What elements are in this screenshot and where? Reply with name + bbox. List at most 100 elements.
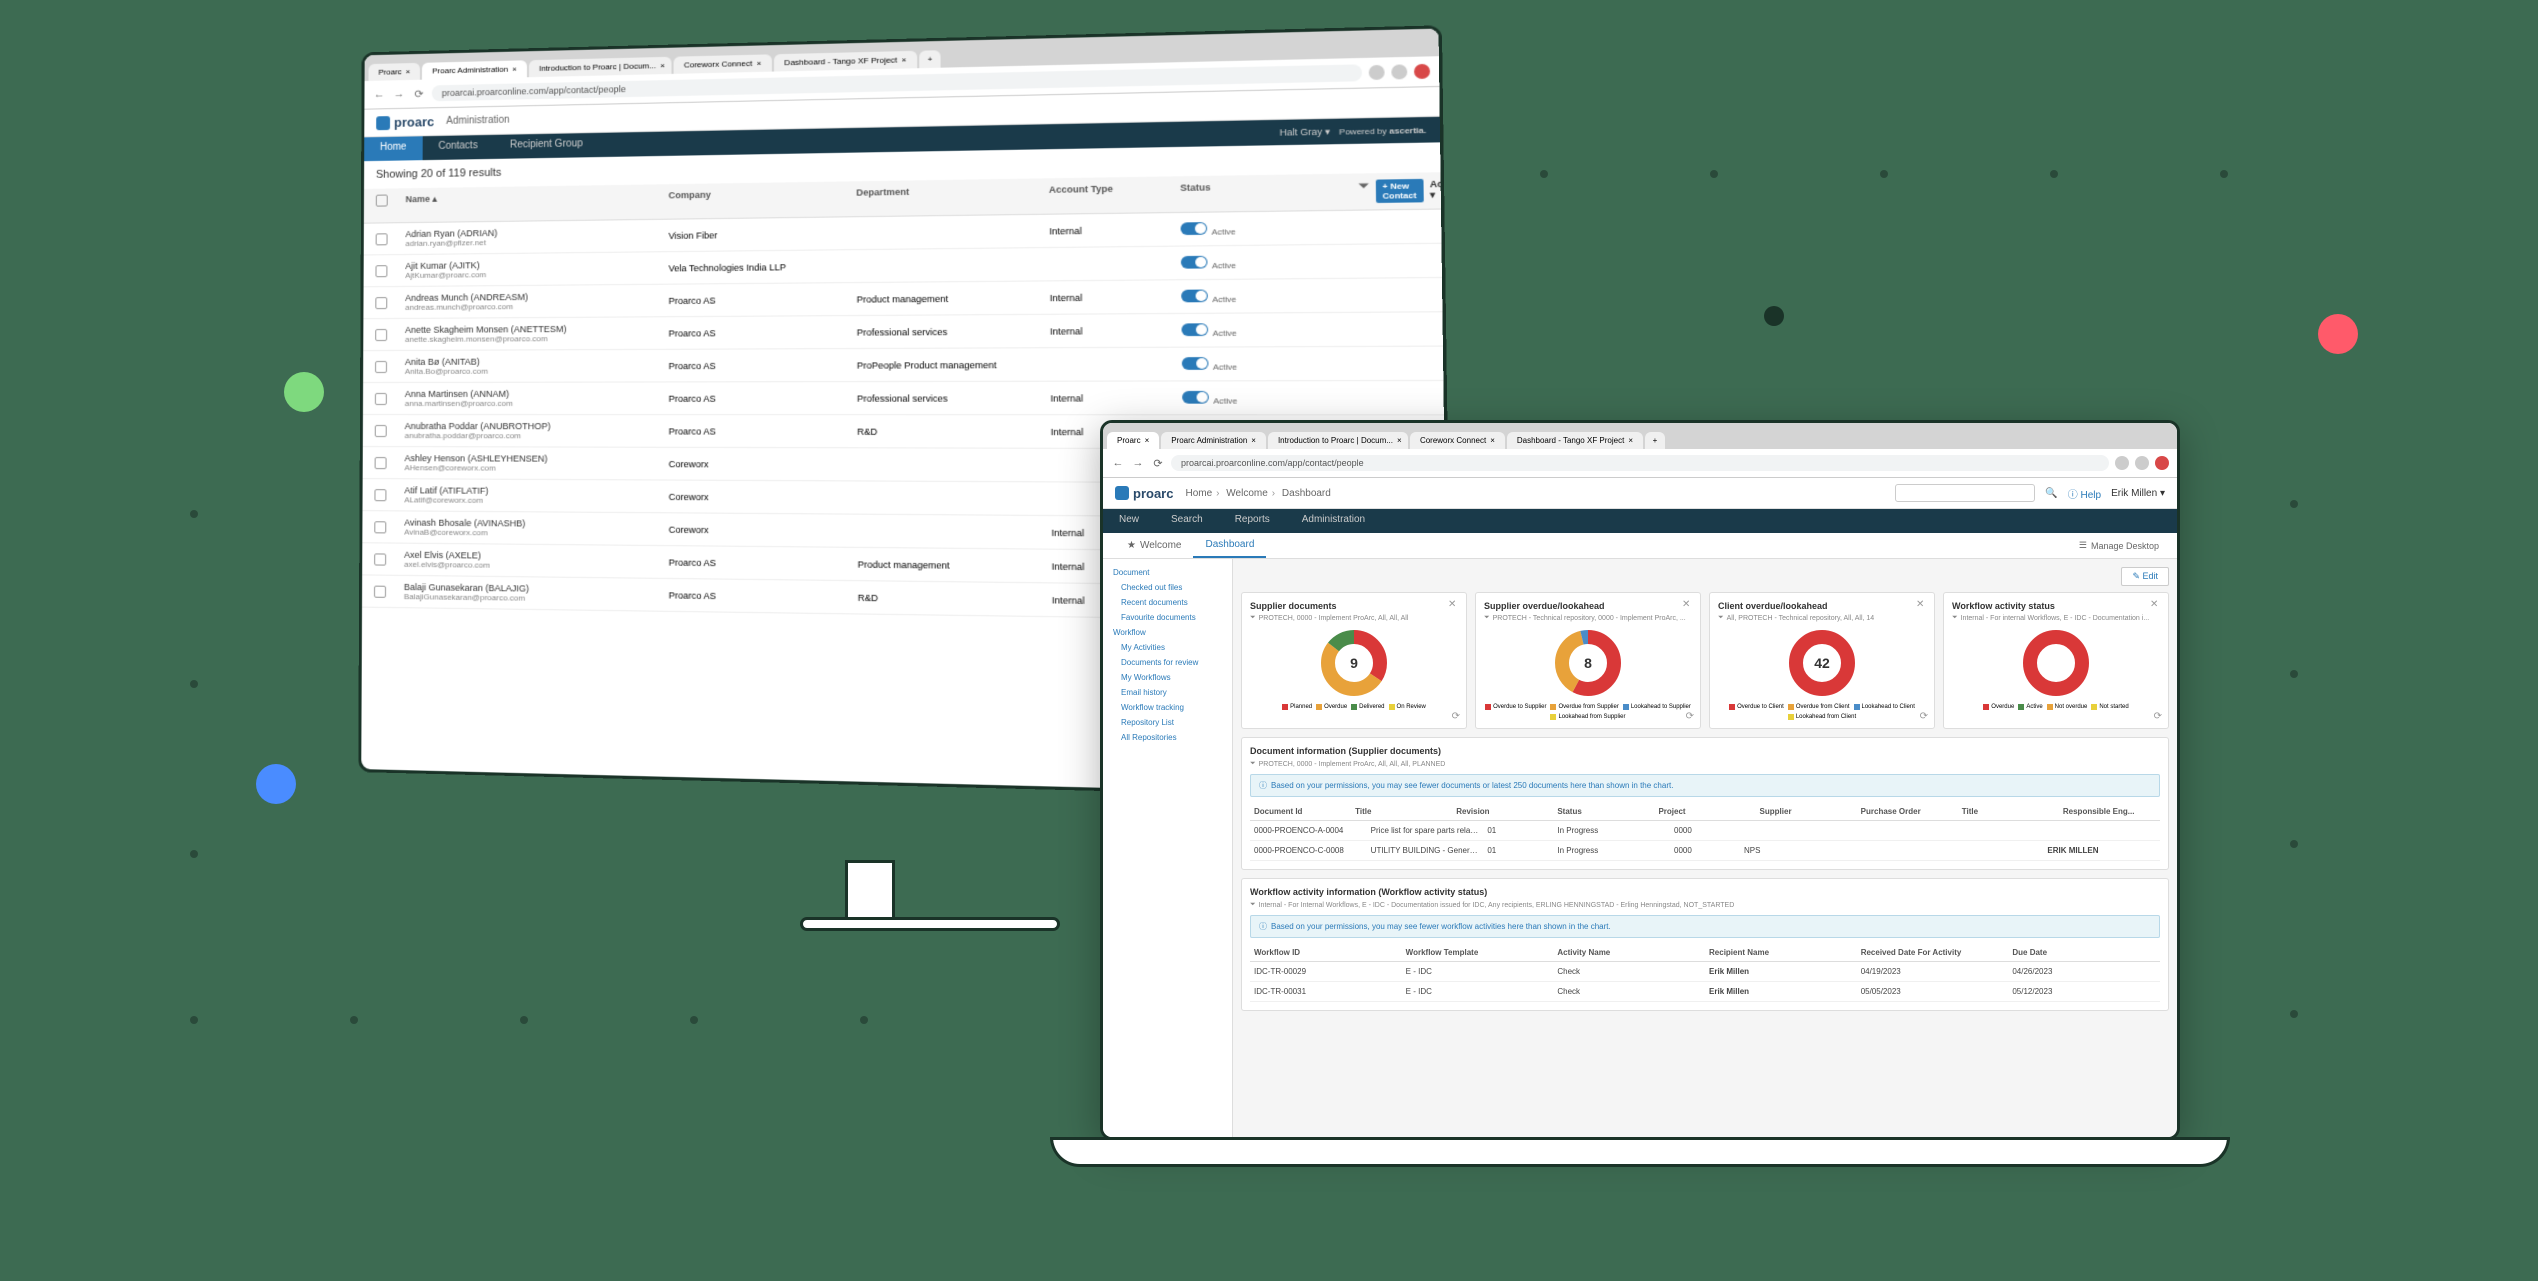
profile-icon[interactable] (1414, 64, 1430, 79)
sidebar-item-document[interactable]: Document (1103, 565, 1232, 580)
col-header[interactable]: Received Date For Activity (1857, 948, 2009, 957)
close-icon[interactable]: × (1397, 436, 1402, 445)
col-header[interactable]: Workflow ID (1250, 948, 1402, 957)
filter-icon[interactable]: ⏷ (1250, 760, 1256, 768)
filter-icon[interactable]: ⏷ (1359, 180, 1369, 204)
status-toggle[interactable] (1181, 255, 1208, 268)
ext-icon[interactable] (1391, 64, 1407, 79)
col-header[interactable]: Supplier (1756, 807, 1857, 816)
ext-icon[interactable] (2115, 456, 2129, 470)
user-dropdown[interactable]: Halt Gray ▾ (1280, 126, 1331, 139)
row-checkbox[interactable] (375, 425, 387, 437)
sidebar-item-favourite-documents[interactable]: Favourite documents (1103, 610, 1232, 625)
status-toggle[interactable] (1181, 323, 1208, 336)
table-row[interactable]: IDC-TR-00029E - IDCCheckErik Millen04/19… (1250, 962, 2160, 982)
ext-icon[interactable] (1369, 65, 1385, 80)
col-status[interactable]: Status (1180, 181, 1269, 205)
nav-new[interactable]: New (1103, 509, 1155, 533)
help-link[interactable]: ⓘ Help (2068, 486, 2101, 501)
user-dropdown[interactable]: Erik Millen ▾ (2111, 488, 2165, 499)
browser-tab[interactable]: Proarc × (368, 63, 420, 81)
browser-tab[interactable]: Proarc × (1107, 432, 1159, 449)
select-all-checkbox[interactable] (376, 195, 388, 207)
col-name[interactable]: Name ▴ (405, 190, 668, 216)
forward-icon[interactable]: → (392, 87, 406, 101)
close-icon[interactable]: ✕ (2150, 599, 2162, 611)
sidebar-item-repository-list[interactable]: Repository List (1103, 715, 1232, 730)
search-input[interactable] (1895, 484, 2035, 502)
close-icon[interactable]: × (660, 61, 665, 70)
row-checkbox[interactable] (376, 233, 388, 245)
status-toggle[interactable] (1182, 390, 1209, 403)
refresh-icon[interactable]: ⟳ (2154, 711, 2162, 722)
col-header[interactable]: Due Date (2008, 948, 2160, 957)
new-contact-button[interactable]: + New Contact (1376, 179, 1424, 203)
breadcrumb-home[interactable]: Home (1185, 488, 1212, 499)
row-checkbox[interactable] (375, 329, 387, 341)
sidebar-item-my-activities[interactable]: My Activities (1103, 640, 1232, 655)
row-checkbox[interactable] (374, 489, 386, 501)
col-header[interactable]: Purchase Order (1857, 807, 1958, 816)
nav-administration[interactable]: Administration (1286, 509, 1381, 533)
close-icon[interactable]: × (512, 65, 517, 74)
browser-tab[interactable]: Dashboard - Tango XF Project × (774, 51, 917, 72)
reload-icon[interactable]: ⟳ (1151, 456, 1165, 470)
table-row[interactable]: Anita Bø (ANITAB)Anita.Bo@proarco.com Pr… (363, 347, 1443, 383)
nav-recipient-group[interactable]: Recipient Group (494, 133, 600, 159)
edit-button[interactable]: ✎ Edit (2121, 567, 2169, 586)
refresh-icon[interactable]: ⟳ (1686, 711, 1694, 722)
back-icon[interactable]: ← (372, 87, 386, 101)
col-account-type[interactable]: Account Type (1049, 183, 1180, 208)
col-header[interactable]: Activity Name (1553, 948, 1705, 957)
filter-icon[interactable]: ⏷ (1718, 614, 1724, 622)
close-icon[interactable]: ✕ (1448, 599, 1460, 611)
sidebar-item-my-workflows[interactable]: My Workflows (1103, 670, 1232, 685)
col-header[interactable]: Revision (1452, 807, 1553, 816)
close-icon[interactable]: × (1251, 436, 1256, 445)
browser-tab[interactable]: Introduction to Proarc | Docum... × (1268, 432, 1408, 449)
search-icon[interactable]: 🔍 (2045, 488, 2057, 499)
nav-reports[interactable]: Reports (1219, 509, 1286, 533)
browser-tab[interactable]: Coreworx Connect × (673, 54, 771, 74)
reload-icon[interactable]: ⟳ (412, 87, 426, 101)
breadcrumb-dashboard[interactable]: Dashboard (1282, 488, 1331, 499)
profile-icon[interactable] (2155, 456, 2169, 470)
close-icon[interactable]: × (406, 67, 411, 76)
forward-icon[interactable]: → (1131, 456, 1145, 470)
table-row[interactable]: Anette Skagheim Monsen (ANETTESM)anette.… (363, 312, 1443, 351)
refresh-icon[interactable]: ⟳ (1452, 711, 1460, 722)
address-bar[interactable]: proarcai.proarconline.com/app/contact/pe… (1171, 455, 2109, 471)
row-checkbox[interactable] (375, 265, 387, 277)
table-row[interactable]: Anna Martinsen (ANNAM)anna.martinsen@pro… (363, 381, 1444, 415)
browser-tab[interactable]: Proarc Administration × (1161, 432, 1266, 449)
row-checkbox[interactable] (374, 521, 386, 533)
browser-tab[interactable]: Dashboard - Tango XF Project × (1507, 432, 1643, 449)
action-dropdown[interactable]: Action ▾ (1430, 178, 1453, 202)
sidebar-item-all-repositories[interactable]: All Repositories (1103, 730, 1232, 745)
status-toggle[interactable] (1181, 222, 1208, 235)
table-row[interactable]: 0000-PROENCO-A-0004Price list for spare … (1250, 821, 2160, 841)
row-checkbox[interactable] (374, 585, 386, 597)
logo[interactable]: proarc (1115, 486, 1173, 501)
browser-tab[interactable]: Coreworx Connect × (1410, 432, 1505, 449)
sidebar-item-recent-documents[interactable]: Recent documents (1103, 595, 1232, 610)
row-checkbox[interactable] (375, 297, 387, 309)
row-checkbox[interactable] (375, 392, 387, 404)
new-tab-button[interactable]: + (919, 50, 940, 68)
filter-icon[interactable]: ⏷ (1250, 614, 1256, 622)
col-company[interactable]: Company (668, 187, 856, 212)
sidebar-item-checked-out-files[interactable]: Checked out files (1103, 580, 1232, 595)
filter-icon[interactable]: ⏷ (1952, 614, 1958, 622)
new-tab-button[interactable]: + (1645, 432, 1665, 449)
manage-desktop-button[interactable]: ☰ Manage Desktop (2073, 533, 2165, 558)
col-header[interactable]: Title (1958, 807, 2059, 816)
status-toggle[interactable] (1182, 357, 1209, 370)
browser-tab[interactable]: Introduction to Proarc | Docum... × (529, 57, 672, 77)
col-header[interactable]: Recipient Name (1705, 948, 1857, 957)
status-toggle[interactable] (1181, 289, 1208, 302)
col-header[interactable]: Responsible Eng... (2059, 807, 2160, 816)
col-header[interactable]: Workflow Template (1402, 948, 1554, 957)
close-icon[interactable]: ✕ (1916, 599, 1928, 611)
back-icon[interactable]: ← (1111, 456, 1125, 470)
nav-home[interactable]: Home (364, 136, 422, 161)
